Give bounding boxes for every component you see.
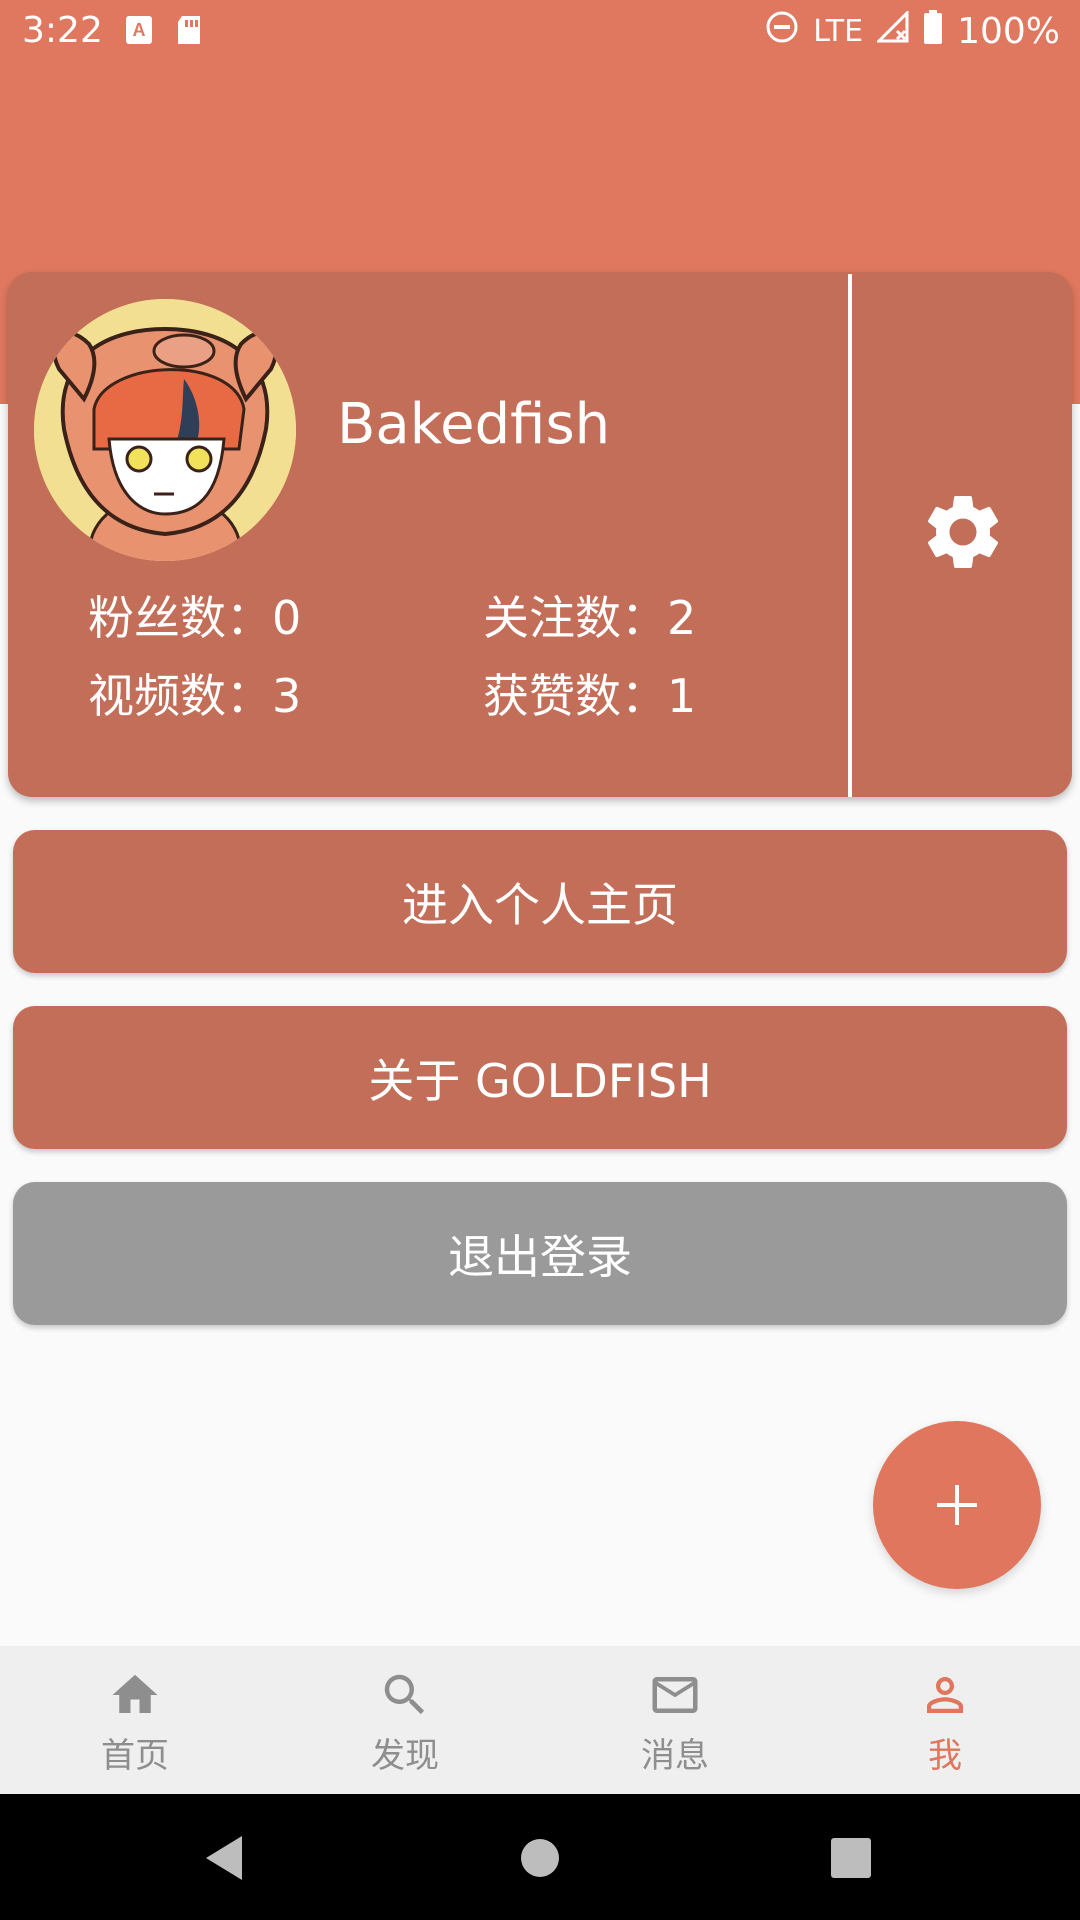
logout-button[interactable]: 退出登录 xyxy=(13,1182,1067,1325)
nav-home[interactable]: 首页 xyxy=(0,1646,270,1794)
card-divider xyxy=(848,274,852,797)
back-icon[interactable] xyxy=(202,1834,246,1882)
battery-icon xyxy=(923,10,943,53)
nav-home-label: 首页 xyxy=(101,1736,169,1776)
avatar[interactable] xyxy=(34,299,296,561)
videos-count: 视频数：3 xyxy=(88,669,302,723)
battery-level: 100% xyxy=(957,11,1060,52)
signal-icon xyxy=(875,9,909,52)
nav-me[interactable]: 我 xyxy=(810,1646,1080,1794)
add-fab[interactable] xyxy=(873,1421,1041,1589)
settings-button[interactable] xyxy=(918,487,1008,577)
profile-card: Bakedfish 粉丝数：0 关注数：2 视频数：3 获赞数：1 xyxy=(8,272,1072,797)
search-icon xyxy=(384,1674,425,1715)
nav-messages[interactable]: 消息 xyxy=(540,1646,810,1794)
home-button-icon[interactable] xyxy=(520,1838,560,1878)
do-not-disturb-icon xyxy=(765,10,799,53)
fans-count: 粉丝数：0 xyxy=(88,591,302,645)
person-icon xyxy=(927,1677,963,1713)
likes-count: 获赞数：1 xyxy=(483,669,697,723)
nav-discover-label: 发现 xyxy=(371,1736,439,1776)
username: Bakedfish xyxy=(337,392,611,457)
nav-me-label: 我 xyxy=(928,1736,962,1776)
network-type: LTE xyxy=(813,14,864,49)
bottom-navigation: 首页 发现 消息 我 xyxy=(0,1646,1080,1794)
status-bar: 3:22 A LTE 100% xyxy=(0,0,1080,64)
plus-icon xyxy=(937,1485,977,1525)
about-button[interactable]: 关于 GOLDFISH xyxy=(13,1006,1067,1149)
svg-text:A: A xyxy=(133,20,146,40)
system-navigation-bar xyxy=(0,1794,1080,1920)
personal-homepage-button[interactable]: 进入个人主页 xyxy=(13,830,1067,973)
nav-messages-label: 消息 xyxy=(641,1736,709,1776)
sd-card-icon xyxy=(174,14,204,55)
mail-icon xyxy=(652,1677,698,1713)
nav-discover[interactable]: 发现 xyxy=(270,1646,540,1794)
following-count: 关注数：2 xyxy=(483,591,697,645)
text-input-icon: A xyxy=(124,14,154,55)
recents-icon[interactable] xyxy=(831,1838,871,1878)
status-time: 3:22 xyxy=(22,10,103,51)
home-icon xyxy=(112,1674,158,1713)
gear-icon xyxy=(927,496,999,568)
